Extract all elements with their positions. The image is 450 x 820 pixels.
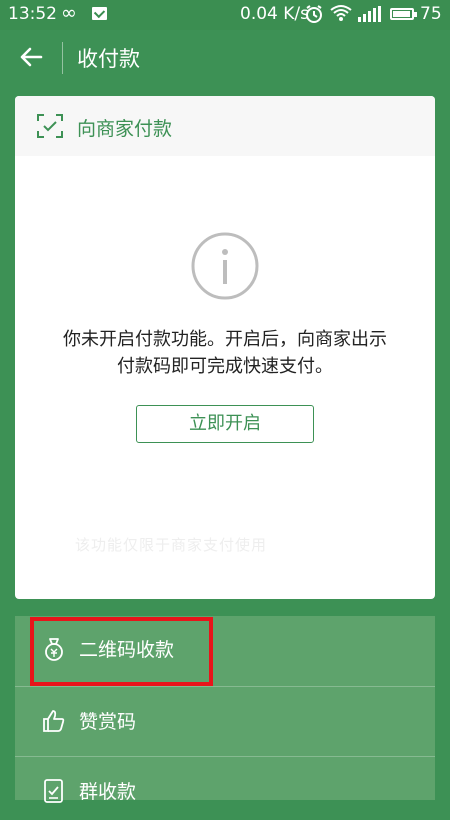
status-bar: 13:52 ∞ 0.04 K/s 75 (0, 0, 450, 30)
mail-icon (92, 7, 107, 20)
menu-divider (15, 686, 435, 687)
alarm-icon (306, 5, 322, 23)
topbar-divider (62, 42, 63, 74)
battery-level: 75 (420, 4, 442, 24)
scan-icon (37, 114, 63, 138)
notice-line-2: 付款码即可完成快速支付。 (117, 356, 333, 377)
top-bar: 收付款 (0, 30, 450, 86)
notice-text: 你未开启付款功能。开启后，向商家出示 付款码即可完成快速支付。 (15, 326, 435, 380)
pay-merchant-card: 向商家付款 你未开启付款功能。开启后，向商家出示 付款码即可完成快速支付。 立即… (15, 96, 435, 599)
menu-divider (15, 756, 435, 757)
thumbs-up-icon (43, 710, 65, 732)
pay-merchant-header[interactable]: 向商家付款 (15, 96, 435, 156)
back-arrow-icon[interactable] (18, 44, 44, 70)
menu-item-appreciation[interactable]: 赞赏码 (15, 688, 435, 750)
menu-item-group-collect[interactable]: 群收款 (15, 758, 435, 820)
menu-item-label: 赞赏码 (79, 711, 137, 733)
faded-hint-text: 该功能仅限于商家支付使用 (75, 536, 268, 554)
status-time: 13:52 (8, 4, 57, 24)
battery-icon (390, 8, 417, 20)
group-bill-icon (44, 779, 63, 803)
page-title: 收付款 (77, 47, 140, 71)
info-icon (191, 232, 259, 300)
network-speed: 0.04 K/s (240, 4, 309, 24)
notice-line-1: 你未开启付款功能。开启后，向商家出示 (63, 329, 387, 350)
pay-merchant-label: 向商家付款 (77, 118, 173, 140)
enable-now-button[interactable]: 立即开启 (136, 405, 314, 443)
infinity-icon: ∞ (61, 2, 77, 24)
signal-icon (358, 6, 381, 22)
highlight-box (30, 617, 213, 686)
wifi-icon (330, 5, 352, 21)
